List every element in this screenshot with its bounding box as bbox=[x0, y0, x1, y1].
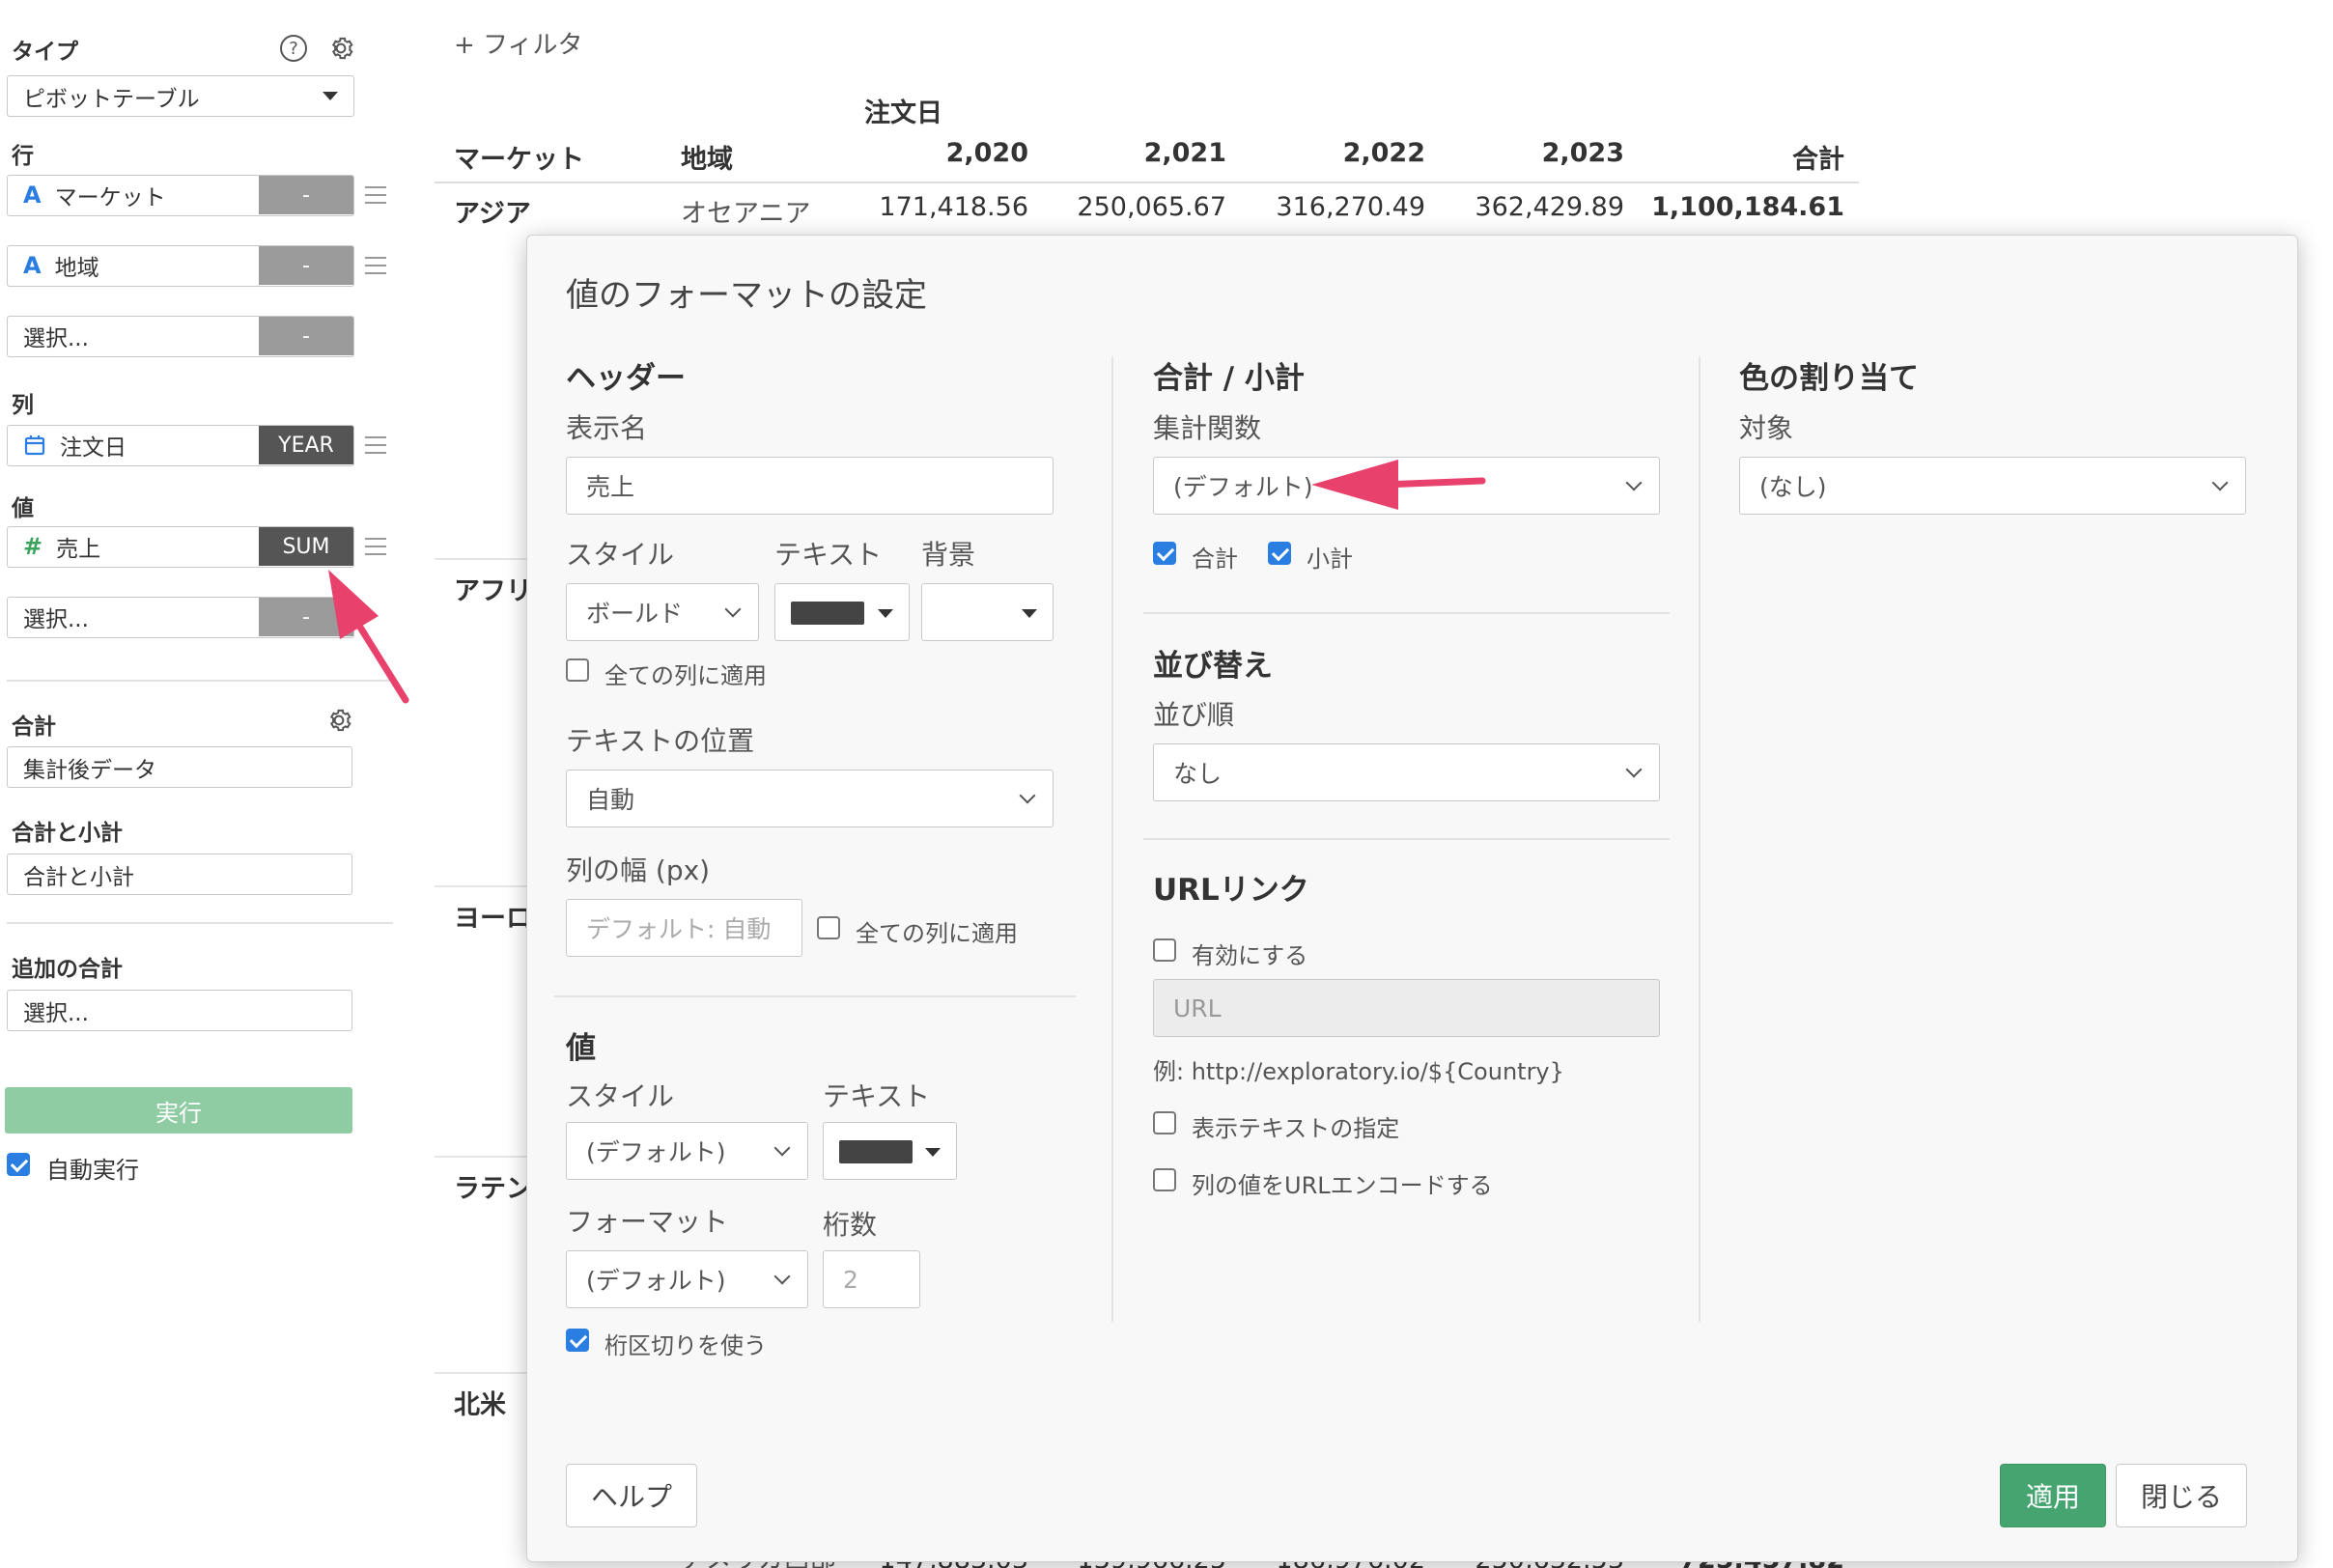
arrow-icon bbox=[1311, 460, 1486, 510]
annotation-arrows bbox=[328, 460, 1486, 704]
arrow-icon bbox=[328, 570, 409, 704]
